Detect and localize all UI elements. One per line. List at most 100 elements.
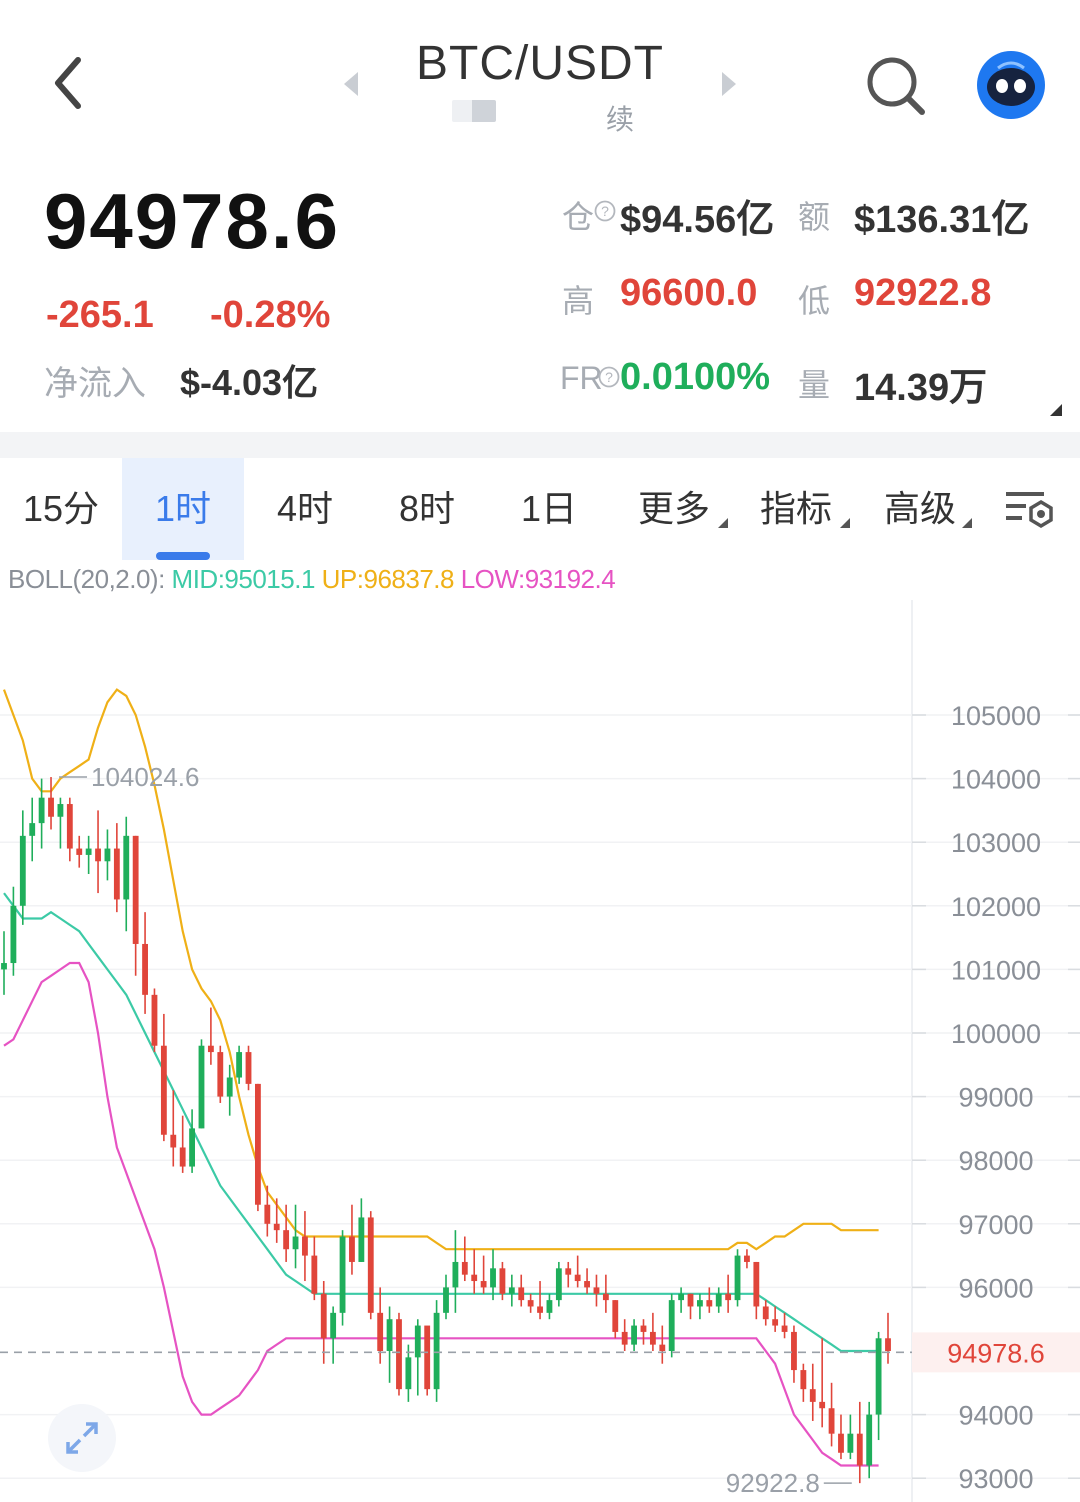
candle: [57, 804, 64, 817]
tab-4h[interactable]: 4时: [244, 458, 366, 560]
candle: [452, 1261, 459, 1288]
robot-assistant-icon[interactable]: [976, 50, 1046, 120]
candle: [631, 1325, 638, 1345]
amount-label: 额: [798, 199, 831, 235]
candle: [621, 1331, 628, 1345]
candle: [19, 835, 26, 906]
candle: [715, 1293, 722, 1307]
candle: [132, 835, 139, 944]
amount-value: $136.31亿: [854, 199, 1030, 241]
candle: [433, 1312, 440, 1390]
candle: [349, 1236, 355, 1262]
funding-rate-value: 0.0100%: [620, 356, 771, 398]
boll-legend: BOLL(20,2.0): MID:95015.1 UP:96837.8 LOW…: [8, 564, 616, 595]
high-label: 高: [562, 283, 595, 319]
y-axis-tick-label: 94000: [958, 1401, 1033, 1431]
tab-advanced[interactable]: 高级: [872, 458, 968, 560]
candle: [339, 1236, 346, 1313]
last-price-label: 94978.6: [947, 1338, 1045, 1368]
price-change: -265.1: [46, 294, 154, 336]
tab-indicators[interactable]: 指标: [748, 458, 844, 560]
candle: [264, 1204, 271, 1224]
candle: [29, 823, 36, 836]
candle: [226, 1077, 233, 1097]
fullscreen-button[interactable]: [48, 1404, 116, 1472]
candle: [386, 1319, 393, 1351]
help-circle-icon[interactable]: ?: [598, 366, 620, 388]
candle: [828, 1408, 835, 1434]
candle: [838, 1433, 844, 1453]
candle: [471, 1274, 478, 1282]
candle: [38, 797, 45, 824]
svg-text:?: ?: [601, 203, 609, 219]
back-chevron-icon[interactable]: [40, 48, 100, 118]
candle: [292, 1236, 299, 1250]
candle: [866, 1414, 873, 1466]
candle: [696, 1300, 703, 1307]
candle: [461, 1261, 468, 1275]
y-axis-tick-label: 97000: [958, 1210, 1033, 1240]
caret-left-icon[interactable]: [340, 70, 364, 98]
candle: [189, 1128, 196, 1167]
open-interest-value: $94.56亿: [620, 199, 775, 241]
y-axis-tick-label: 93000: [958, 1464, 1033, 1494]
volume-label: 量: [798, 367, 831, 403]
pair-sub-label: 续: [606, 104, 635, 135]
y-axis-tick-label: 102000: [951, 892, 1041, 922]
search-icon[interactable]: [862, 52, 930, 120]
candle: [885, 1338, 891, 1351]
candle: [217, 1052, 224, 1097]
candle: [574, 1274, 581, 1282]
dropdown-corner-icon: [962, 518, 972, 528]
pair-title[interactable]: BTC/USDT: [380, 36, 700, 91]
candle: [687, 1293, 694, 1307]
expand-arrows-icon: [66, 1422, 98, 1454]
tab-1d[interactable]: 1日: [488, 458, 610, 560]
chart-settings-icon[interactable]: [1004, 488, 1056, 532]
funding-rate-label: FR: [560, 360, 603, 396]
candle: [142, 943, 148, 995]
interval-tabs: 15分 1时 4时 8时 1日 更多 指标 高级: [0, 458, 1080, 562]
low-value: 92922.8: [854, 272, 992, 314]
candle: [781, 1325, 788, 1332]
tab-15m[interactable]: 15分: [0, 458, 122, 560]
net-inflow-value: $-4.03亿: [180, 362, 319, 403]
top-bar: BTC/USDT 续: [0, 0, 1080, 150]
max-price-label: 104024.6: [91, 762, 199, 792]
pair-sub-placeholder: [452, 100, 496, 122]
last-price: 94978.6: [44, 177, 340, 265]
candle: [734, 1255, 741, 1301]
candle: [527, 1300, 534, 1307]
expand-corner-icon[interactable]: [1050, 404, 1062, 416]
tab-1h[interactable]: 1时: [122, 458, 244, 560]
dropdown-corner-icon: [840, 518, 850, 528]
candle: [443, 1287, 449, 1313]
candle: [358, 1217, 365, 1262]
candle: [330, 1312, 337, 1339]
candle: [508, 1287, 515, 1294]
y-axis-tick-label: 101000: [951, 955, 1041, 985]
candle: [480, 1281, 487, 1288]
candle: [405, 1357, 412, 1390]
help-circle-icon[interactable]: ?: [594, 200, 616, 222]
candle: [396, 1319, 402, 1390]
candle: [640, 1325, 647, 1332]
svg-text:?: ?: [605, 369, 613, 385]
tab-more[interactable]: 更多: [624, 458, 724, 560]
dropdown-corner-icon: [718, 518, 728, 528]
y-axis-tick-label: 99000: [958, 1083, 1033, 1113]
section-divider: [0, 432, 1080, 458]
caret-right-icon[interactable]: [716, 70, 740, 98]
candle: [170, 1134, 177, 1148]
candle: [160, 1045, 167, 1135]
candle: [95, 848, 101, 862]
candle: [725, 1293, 732, 1301]
y-axis-tick-label: 103000: [951, 828, 1041, 858]
min-price-label: 92922.8: [726, 1468, 820, 1498]
candle: [649, 1331, 656, 1345]
candle: [311, 1255, 318, 1294]
candlestick-chart[interactable]: 105000 104000 103000 102000 101000 100000 9900…: [0, 600, 1080, 1502]
candle: [809, 1389, 816, 1402]
high-value: 96600.0: [620, 272, 758, 314]
tab-8h[interactable]: 8时: [366, 458, 488, 560]
